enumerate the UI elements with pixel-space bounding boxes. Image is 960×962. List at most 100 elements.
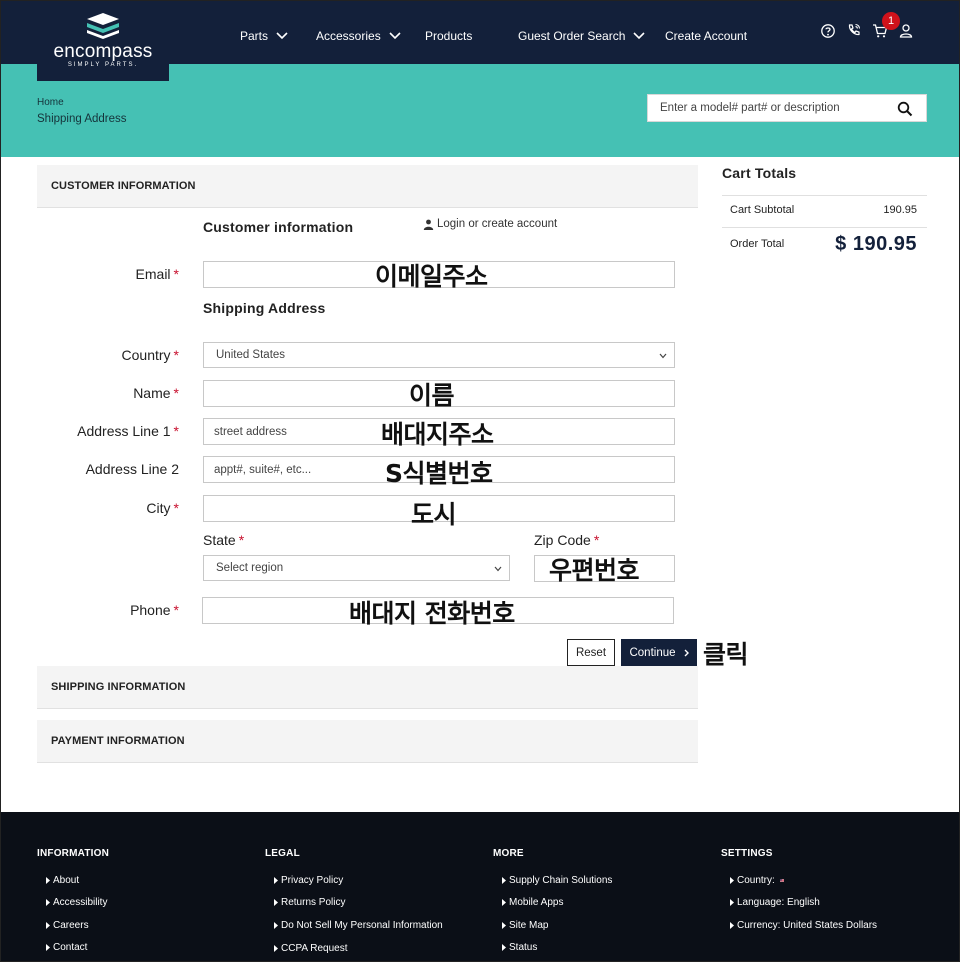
country-select[interactable]: United States xyxy=(203,342,675,368)
customer-info-title: Customer information xyxy=(203,219,354,235)
city-field[interactable] xyxy=(203,495,675,522)
label-text: Zip Code xyxy=(534,532,591,548)
country-label: Country * xyxy=(9,347,179,363)
nav-label: Parts xyxy=(240,29,269,43)
zip-code-field[interactable] xyxy=(534,555,675,582)
logo-text: encompass xyxy=(53,41,153,62)
footer-link-text: CCPA Request xyxy=(281,943,348,954)
search-input[interactable] xyxy=(648,95,888,121)
footer-link-text: Do Not Sell My Personal Information xyxy=(281,920,443,931)
order-total-value: $ 190.95 xyxy=(835,233,917,255)
required-mark: * xyxy=(173,266,179,282)
caret-right-icon xyxy=(46,899,50,906)
nav-accessories[interactable]: Accessories xyxy=(316,29,401,43)
footer-link-about[interactable]: About xyxy=(46,875,79,886)
footer-link-contact[interactable]: Contact xyxy=(46,942,87,953)
cart-totals-title: Cart Totals xyxy=(722,165,797,181)
label-text: State xyxy=(203,532,236,548)
address-line-1-field[interactable] xyxy=(203,418,675,445)
required-mark: * xyxy=(173,423,179,439)
section-title: SHIPPING INFORMATION xyxy=(51,681,186,693)
logo-tagline: SIMPLY PARTS. xyxy=(67,62,139,68)
footer-setting-country[interactable]: Country: xyxy=(730,875,784,886)
customer-information-section[interactable]: CUSTOMER INFORMATION xyxy=(37,165,698,208)
caret-right-icon xyxy=(46,922,50,929)
continue-button[interactable]: Continue xyxy=(621,639,697,666)
footer-link-text: Site Map xyxy=(509,920,549,931)
footer-link-careers[interactable]: Careers xyxy=(46,920,89,931)
reset-button[interactable]: Reset xyxy=(567,639,615,666)
email-label: Email * xyxy=(9,266,179,282)
continue-label: Continue xyxy=(629,646,676,659)
shipping-information-section[interactable]: SHIPPING INFORMATION xyxy=(37,666,698,709)
footer-legal-title: LEGAL xyxy=(265,848,300,859)
label-text: Phone xyxy=(130,602,171,618)
annotation-click: 클릭 xyxy=(703,640,749,669)
caret-right-icon xyxy=(730,899,734,906)
required-mark: * xyxy=(173,385,179,401)
help-icon[interactable] xyxy=(820,23,836,39)
nav-label: Accessories xyxy=(316,29,381,43)
nav-create-account[interactable]: Create Account xyxy=(665,29,747,43)
login-link[interactable]: Login or create account xyxy=(423,218,557,230)
country-value: United States xyxy=(216,349,286,361)
breadcrumb-home[interactable]: Home xyxy=(37,97,64,108)
chevron-down-icon xyxy=(633,32,645,40)
footer-link-status[interactable]: Status xyxy=(502,942,537,953)
address-line-1-label: Address Line 1 * xyxy=(9,423,179,439)
address-line-2-field[interactable] xyxy=(203,456,675,483)
name-label: Name * xyxy=(9,385,179,401)
order-total-label: Order Total xyxy=(730,238,785,250)
nav-guest-order-search[interactable]: Guest Order Search xyxy=(518,29,645,43)
footer-link-site-map[interactable]: Site Map xyxy=(502,920,548,931)
footer-more-title: MORE xyxy=(493,848,524,859)
footer-link-supply-chain[interactable]: Supply Chain Solutions xyxy=(502,875,612,886)
city-label: City * xyxy=(9,500,179,516)
nav-label: Guest Order Search xyxy=(518,29,626,43)
footer-link-returns-policy[interactable]: Returns Policy xyxy=(274,897,345,908)
footer-setting-language[interactable]: Language: English xyxy=(730,897,820,908)
footer-link-text: Currency: United States Dollars xyxy=(737,920,878,931)
footer-link-text: Supply Chain Solutions xyxy=(509,875,613,886)
user-icon[interactable] xyxy=(898,23,914,39)
nav-label: Create Account xyxy=(665,29,748,43)
breadcrumb-current: Shipping Address xyxy=(37,113,127,125)
footer-settings-title: SETTINGS xyxy=(721,848,773,859)
footer-link-text: Accessibility xyxy=(53,897,108,908)
logo-mark-icon xyxy=(87,13,119,39)
footer-link-accessibility[interactable]: Accessibility xyxy=(46,897,107,908)
phone-icon[interactable] xyxy=(846,22,862,38)
caret-right-icon xyxy=(274,899,278,906)
footer-link-text: Status xyxy=(509,942,538,953)
footer-link-text: Returns Policy xyxy=(281,897,346,908)
encompass-logo[interactable]: encompass SIMPLY PARTS. xyxy=(37,1,169,81)
caret-right-icon xyxy=(502,877,506,884)
chevron-down-icon xyxy=(659,353,667,359)
footer-link-mobile-apps[interactable]: Mobile Apps xyxy=(502,897,563,908)
search-box xyxy=(647,94,927,122)
footer-link-text: Contact xyxy=(53,942,88,953)
cart-subtotal-value: 190.95 xyxy=(883,204,917,216)
label-text: Email xyxy=(135,266,171,282)
phone-field[interactable] xyxy=(202,597,674,624)
search-icon[interactable] xyxy=(897,101,913,117)
footer-link-do-not-sell[interactable]: Do Not Sell My Personal Information xyxy=(274,920,443,931)
name-field[interactable] xyxy=(203,380,675,407)
footer-link-ccpa-request[interactable]: CCPA Request xyxy=(274,943,348,954)
footer-setting-currency[interactable]: Currency: United States Dollars xyxy=(730,920,877,931)
required-mark: * xyxy=(173,500,179,516)
label-text: Country xyxy=(121,347,171,363)
nav-products[interactable]: Products xyxy=(425,29,472,43)
footer-link-text: Language: English xyxy=(737,897,820,908)
caret-right-icon xyxy=(730,922,734,929)
label-text: City xyxy=(146,500,171,516)
nav-parts[interactable]: Parts xyxy=(240,29,288,43)
email-field[interactable] xyxy=(203,261,675,288)
phone-label: Phone * xyxy=(9,602,179,618)
label-text: Address Line 1 xyxy=(77,423,171,439)
address-line-2-label: Address Line 2 xyxy=(9,461,179,477)
state-select[interactable]: Select region xyxy=(203,555,510,581)
payment-information-section[interactable]: PAYMENT INFORMATION xyxy=(37,720,698,763)
caret-right-icon xyxy=(730,877,734,884)
footer-link-privacy-policy[interactable]: Privacy Policy xyxy=(274,875,343,886)
